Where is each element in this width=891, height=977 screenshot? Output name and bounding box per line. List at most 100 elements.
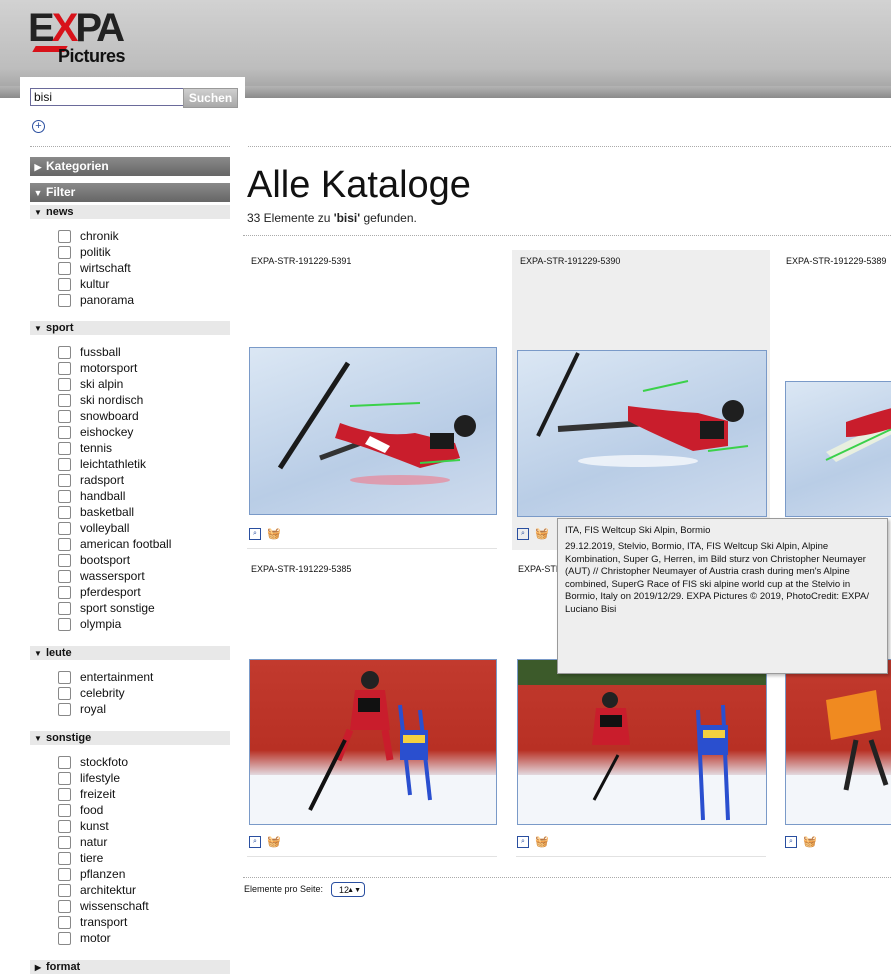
filter-option-label: celebrity [80, 686, 125, 700]
image-card[interactable]: EXPA-STR-191229-5391 ⌕ 🧺 [243, 250, 501, 550]
checkbox[interactable] [58, 506, 71, 519]
search-input[interactable]: bisi [30, 88, 184, 106]
checkbox[interactable] [58, 378, 71, 391]
divider [30, 146, 230, 147]
basket-icon[interactable]: 🧺 [535, 528, 549, 540]
checkbox[interactable] [58, 852, 71, 865]
basket-icon[interactable]: 🧺 [535, 836, 549, 848]
checkbox[interactable] [58, 522, 71, 535]
checkbox[interactable] [58, 671, 71, 684]
basket-icon[interactable]: 🧺 [803, 836, 817, 848]
checkbox[interactable] [58, 490, 71, 503]
checkbox[interactable] [58, 346, 71, 359]
filter-option-label: fussball [80, 345, 121, 359]
checkbox[interactable] [58, 756, 71, 769]
thumbnail-ski-crash[interactable] [249, 347, 497, 515]
checkbox[interactable] [58, 932, 71, 945]
filter-group-0[interactable]: ▼ news [30, 205, 230, 219]
thumbnail-ski-crash[interactable] [785, 381, 891, 517]
filter-option-label: motor [80, 931, 111, 945]
checkbox[interactable] [58, 262, 71, 275]
checkbox[interactable] [58, 246, 71, 259]
checkbox[interactable] [58, 554, 71, 567]
filter-group-label: format [46, 961, 81, 973]
triangle-right-icon: ▶ [34, 963, 42, 972]
card-actions: ⌕ 🧺 [517, 528, 557, 542]
search-button[interactable]: Suchen [183, 88, 238, 108]
filter-group-2[interactable]: ▼ leute [30, 646, 230, 660]
zoom-icon[interactable]: ⌕ [785, 836, 797, 848]
thumbnail-ski-race[interactable] [785, 659, 891, 825]
zoom-icon[interactable]: ⌕ [249, 528, 261, 540]
filter-group-4[interactable]: ▶ format [30, 960, 230, 974]
checkbox[interactable] [58, 820, 71, 833]
divider [243, 235, 891, 236]
filter-option-label: transport [80, 915, 128, 929]
thumbnail-ski-race[interactable] [517, 659, 767, 825]
zoom-icon[interactable]: ⌕ [517, 528, 529, 540]
checkbox[interactable] [58, 426, 71, 439]
section-filter[interactable]: ▼ Filter [30, 183, 230, 202]
checkbox[interactable] [58, 362, 71, 375]
filter-option-label: freizeit [80, 787, 116, 801]
checkbox[interactable] [58, 474, 71, 487]
checkbox[interactable] [58, 836, 71, 849]
filter-group-label: leute [46, 647, 72, 659]
logo[interactable]: EXPA Pictures [28, 8, 138, 66]
checkbox[interactable] [58, 278, 71, 291]
basket-icon[interactable]: 🧺 [267, 836, 281, 848]
checkbox[interactable] [58, 570, 71, 583]
checkbox[interactable] [58, 394, 71, 407]
checkbox[interactable] [58, 804, 71, 817]
checkbox[interactable] [58, 458, 71, 471]
card-divider [247, 856, 497, 857]
checkbox[interactable] [58, 294, 71, 307]
basket-icon[interactable]: 🧺 [267, 528, 281, 540]
thumbnail-ski-race[interactable] [249, 659, 497, 825]
result-count: 33 Elemente zu 'bisi' gefunden. [247, 211, 417, 225]
zoom-icon[interactable]: ⌕ [249, 836, 261, 848]
image-card[interactable]: EXPA-STR-191229-5390 ⌕ 🧺 [512, 250, 770, 550]
filter-option-label: tiere [80, 851, 104, 865]
checkbox[interactable] [58, 602, 71, 615]
filter-option-label: radsport [80, 473, 125, 487]
filter-group-3[interactable]: ▼ sonstige [30, 731, 230, 745]
filter-option-label: natur [80, 835, 108, 849]
section-kategorien[interactable]: ▶ Kategorien [30, 157, 230, 176]
filter-group-1[interactable]: ▼ sport [30, 321, 230, 335]
filter-option-label: leichtathletik [80, 457, 147, 471]
checkbox[interactable] [58, 916, 71, 929]
checkbox[interactable] [58, 703, 71, 716]
filter-option-label: pflanzen [80, 867, 126, 881]
checkbox[interactable] [58, 884, 71, 897]
checkbox[interactable] [58, 618, 71, 631]
checkbox[interactable] [58, 442, 71, 455]
triangle-right-icon: ▶ [34, 162, 42, 172]
card-actions: ⌕ 🧺 [785, 836, 825, 850]
filter-option-label: olympia [80, 617, 122, 631]
zoom-icon[interactable]: ⌕ [517, 836, 529, 848]
tooltip-body: 29.12.2019, Stelvio, Bormio, ITA, FIS We… [565, 541, 869, 615]
checkbox[interactable] [58, 230, 71, 243]
image-tooltip: ITA, FIS Weltcup Ski Alpin, Bormio 29.12… [557, 518, 888, 674]
checkbox[interactable] [58, 772, 71, 785]
filter-option-label: basketball [80, 505, 135, 519]
checkbox[interactable] [58, 900, 71, 913]
divider [248, 146, 891, 147]
filter-option-label: wissenschaft [80, 899, 149, 913]
plus-circle-icon[interactable]: + [32, 120, 45, 133]
filter-option-label: ski nordisch [80, 393, 144, 407]
checkbox[interactable] [58, 586, 71, 599]
checkbox[interactable] [58, 538, 71, 551]
per-page-select[interactable]: 12 ▲▼ [331, 882, 365, 897]
checkbox[interactable] [58, 868, 71, 881]
image-card[interactable]: EXPA-STR-191229-5389 [780, 250, 891, 550]
thumbnail-ski-crash[interactable] [517, 350, 767, 517]
filter-option-label: wassersport [80, 569, 145, 583]
triangle-down-icon: ▼ [34, 324, 42, 333]
checkbox[interactable] [58, 410, 71, 423]
image-card[interactable]: EXPA-STR-191229-5385 ⌕ 🧺 [243, 558, 501, 858]
filter-option-label: stockfoto [80, 755, 129, 769]
checkbox[interactable] [58, 788, 71, 801]
checkbox[interactable] [58, 687, 71, 700]
